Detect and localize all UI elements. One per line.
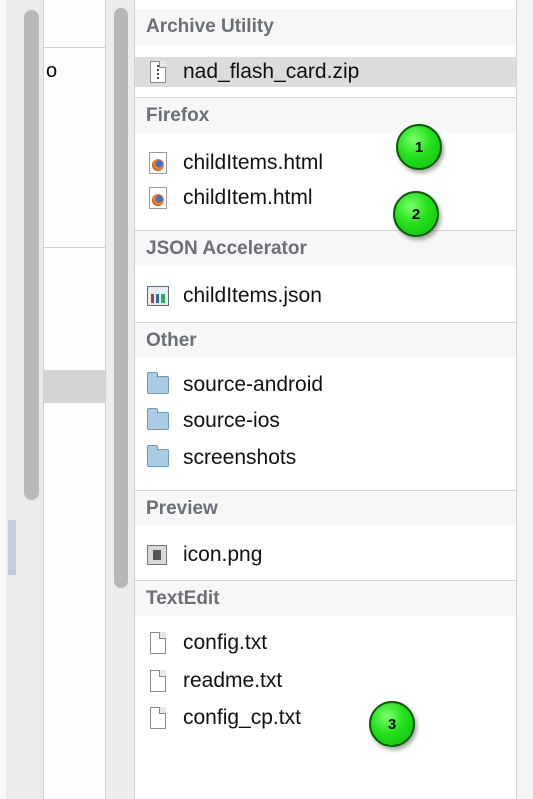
folder-icon (147, 372, 169, 397)
callout-marker-3: 3 (369, 701, 415, 747)
callout-marker-2: 2 (393, 191, 439, 237)
file-row-readme-txt[interactable]: readme.txt (135, 666, 516, 696)
right-window-edge (516, 0, 533, 799)
section-header-preview: Preview (135, 490, 516, 526)
left-outer-scrollbar-thumb[interactable] (24, 10, 39, 500)
json-accelerator-document-icon (147, 284, 169, 308)
left-pane-selected-row[interactable] (44, 370, 105, 403)
file-label: readme.txt (183, 669, 283, 692)
zip-file-icon (147, 60, 169, 84)
firefox-document-icon (147, 151, 169, 175)
text-document-icon (147, 706, 169, 730)
callout-marker-1: 1 (396, 124, 442, 170)
section-header-json-accelerator: JSON Accelerator (135, 230, 516, 266)
file-label: config_cp.txt (183, 706, 301, 729)
file-row-source-android[interactable]: source-android (135, 370, 516, 400)
file-label: icon.png (183, 543, 263, 566)
file-label: source-ios (183, 409, 280, 432)
left-pane-truncated-text: o (46, 60, 58, 82)
file-label: screenshots (183, 446, 297, 469)
image-file-icon (147, 543, 169, 567)
file-row-childitems-json[interactable]: childItems.json (135, 281, 516, 311)
left-selection-marker (8, 520, 16, 575)
section-header-other: Other (135, 322, 516, 358)
folder-icon (147, 408, 169, 433)
file-row-childitem-html[interactable]: childItem.html (135, 183, 516, 213)
file-row-childitems-html[interactable]: childItems.html (135, 148, 516, 178)
left-pane-divider (44, 47, 105, 48)
file-label: config.txt (183, 631, 268, 654)
file-row-icon-png[interactable]: icon.png (135, 540, 516, 570)
file-label: source-android (183, 373, 324, 396)
file-row-source-ios[interactable]: source-ios (135, 406, 516, 436)
section-header-textedit: TextEdit (135, 580, 516, 616)
application-file-list: Archive Utility nad_flash_card.zip Firef… (135, 0, 516, 799)
file-label: nad_flash_card.zip (183, 60, 360, 83)
text-document-icon (147, 669, 169, 693)
text-document-icon (147, 631, 169, 655)
folder-icon (147, 445, 169, 470)
file-row-config-txt[interactable]: config.txt (135, 628, 516, 658)
middle-scrollbar-thumb[interactable] (114, 8, 128, 588)
file-row-nad-flash-card-zip[interactable]: nad_flash_card.zip (135, 57, 516, 87)
file-label: childItems.json (183, 284, 322, 307)
section-header-archive-utility: Archive Utility (135, 9, 516, 45)
file-row-screenshots[interactable]: screenshots (135, 443, 516, 473)
section-header-firefox: Firefox (135, 97, 516, 133)
file-label: childItem.html (183, 186, 313, 209)
file-row-config-cp-txt[interactable]: config_cp.txt (135, 703, 516, 733)
left-pane-divider (44, 247, 105, 248)
file-label: childItems.html (183, 151, 324, 174)
firefox-document-icon (147, 186, 169, 210)
